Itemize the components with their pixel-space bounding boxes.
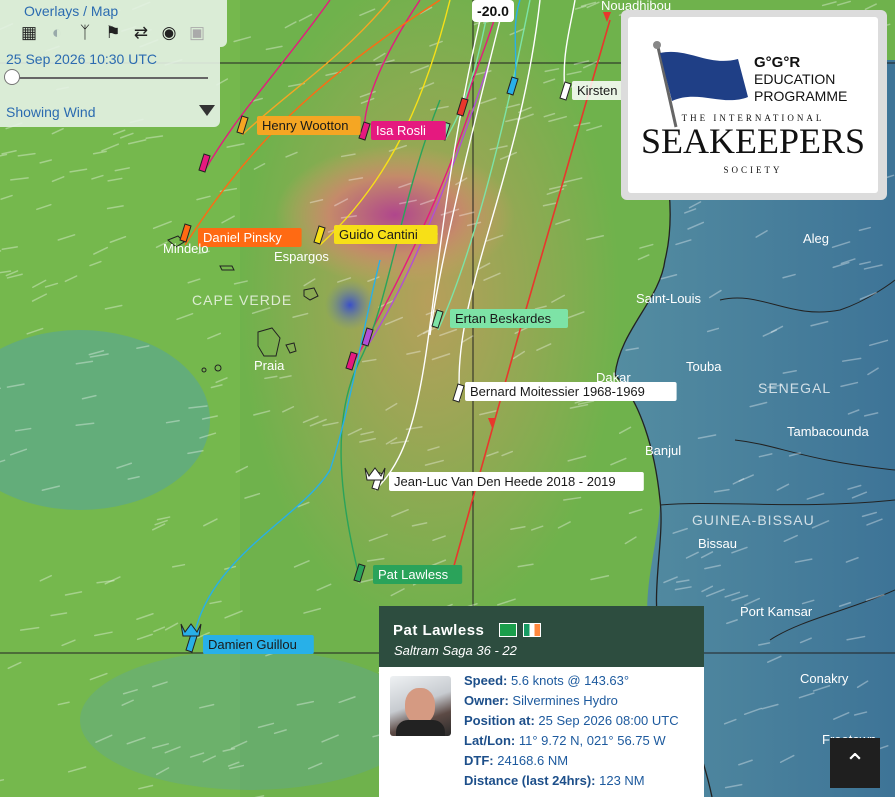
info-row-value: 11° 9.72 N, 021° 56.75 W [515,733,666,748]
place-name: Touba [686,359,722,374]
info-row-label: Position at: [464,713,535,728]
info-row-value: 5.6 knots @ 143.63° [507,673,630,688]
skipper-photo [390,676,451,736]
boat-info-popup: Pat Lawless Saltram Saga 36 - 22 Speed: … [379,606,704,797]
scale-badge: -20.0 [472,0,514,22]
boat-label[interactable]: Damien Guillou [203,635,314,654]
popup-header: Pat Lawless Saltram Saga 36 - 22 [379,606,704,667]
info-row: Owner: Silvermines Hydro [464,691,679,711]
info-row-value: 24168.6 NM [493,753,569,768]
boat-label[interactable]: Ertan Beskardes [450,309,568,328]
svg-text:Bernard Moitessier 1968-1969: Bernard Moitessier 1968-1969 [470,384,645,399]
svg-text:Henry Wootton: Henry Wootton [262,118,348,133]
info-row-label: Lat/Lon: [464,733,516,748]
boat-skipper-name: Pat Lawless [393,622,485,639]
place-name: Aleg [803,231,829,246]
chevron-up-icon: ⌃ [844,747,866,778]
boat-label[interactable]: Guido Cantini [334,225,438,244]
info-row: Distance (last 24hrs): 123 NM [464,771,679,791]
place-name: Port Kamsar [740,604,813,619]
time-control: 25 Sep 2026 10:30 UTC Showing Wind [0,47,220,127]
place-name: Saint-Louis [636,291,702,306]
showing-wind-label[interactable]: Showing Wind [6,104,96,120]
boat-label[interactable]: Jean-Luc Van Den Heede 2018 - 2019 [389,472,644,491]
svg-text:Daniel Pinsky: Daniel Pinsky [203,230,282,245]
overlays-map-title[interactable]: Overlays / Map [24,3,118,19]
info-row-label: Owner: [464,693,509,708]
info-row-value: Silvermines Hydro [508,693,618,708]
place-name: Conakry [800,671,849,686]
ireland-flag-icon [523,623,541,637]
svg-text:-20.0: -20.0 [477,3,509,19]
sponsor-logo: G°G°R EDUCATION PROGRAMME THE INTERNATIO… [621,10,887,200]
place-name: Praia [254,358,285,373]
svg-text:Ertan Beskardes: Ertan Beskardes [455,311,552,326]
scroll-up-button[interactable]: ⌃ [830,738,880,788]
place-name: Bissau [698,536,737,551]
info-row-label: DTF: [464,753,494,768]
svg-text:Jean-Luc Van Den Heede 2018 -: Jean-Luc Van Den Heede 2018 - 2019 [394,474,616,489]
layers-icon[interactable]: ▣ [186,22,208,44]
svg-text:SEAKEEPERS: SEAKEEPERS [641,121,865,161]
current-datetime: 25 Sep 2026 10:30 UTC [6,51,157,67]
info-row-label: Distance (last 24hrs): [464,773,596,788]
boat-label[interactable]: Bernard Moitessier 1968-1969 [465,382,677,401]
info-row: Speed: 5.6 knots @ 143.63° [464,671,679,691]
info-rows: Speed: 5.6 knots @ 143.63° Owner: Silverm… [464,671,679,791]
overlay-controls: Overlays / Map ▦ ◐ ᛉ ⚑ ⇄ ◉ ▣ [0,0,227,47]
svg-text:PROGRAMME: PROGRAMME [754,88,847,104]
svg-text:Pat Lawless: Pat Lawless [378,567,449,582]
country-name: SENEGAL [758,380,831,396]
seakeepers-logo-graphic: G°G°R EDUCATION PROGRAMME THE INTERNATIO… [641,41,865,175]
svg-text:Guido Cantini: Guido Cantini [339,227,418,242]
place-name: Mindelo [163,241,209,256]
place-name: Tambacounda [787,424,869,439]
info-row-value: 123 NM [595,773,645,788]
info-row-value: 25 Sep 2026 08:00 UTC [534,713,679,728]
shuffle-icon[interactable]: ⇄ [130,22,152,44]
grid-icon[interactable]: ▦ [18,22,40,44]
info-row: DTF: 24168.6 NM [464,751,679,771]
dropdown-arrow-icon[interactable] [199,105,215,116]
info-row-label: Speed: [464,673,508,688]
moon-icon[interactable]: ◐ [46,22,68,44]
svg-text:SOCIETY: SOCIETY [724,165,783,175]
svg-text:G°G°R: G°G°R [754,54,800,71]
boat-name: Saltram Saga 36 - 22 [394,643,517,658]
info-row: Position at: 25 Sep 2026 08:00 UTC [464,711,679,731]
flag-icon [499,623,517,637]
time-slider-knob[interactable] [4,69,20,85]
boat-label[interactable]: Isa Rosli [371,121,446,140]
boat-label[interactable]: Henry Wootton [257,116,361,135]
place-name: Dakar [596,370,631,385]
country-name: GUINEA-BISSAU [692,512,815,528]
svg-text:EDUCATION: EDUCATION [754,71,835,87]
route-icon[interactable]: ᛉ [74,22,96,44]
svg-text:Isa Rosli: Isa Rosli [376,123,426,138]
flags-icon[interactable]: ⚑ [102,22,124,44]
place-name: Espargos [274,249,329,264]
svg-text:Damien Guillou: Damien Guillou [208,637,297,652]
overlay-icon-bar: ▦ ◐ ᛉ ⚑ ⇄ ◉ ▣ [18,22,208,44]
boat-label[interactable]: Daniel Pinsky [198,228,302,247]
place-name: Banjul [645,443,681,458]
boat-label[interactable]: Pat Lawless [373,565,463,584]
globe-icon[interactable]: ◉ [158,22,180,44]
info-row: Lat/Lon: 11° 9.72 N, 021° 56.75 W [464,731,679,751]
country-name: CAPE VERDE [192,292,292,308]
popup-body: Speed: 5.6 knots @ 143.63° Owner: Silverm… [379,667,704,797]
time-slider-track[interactable] [12,77,208,79]
